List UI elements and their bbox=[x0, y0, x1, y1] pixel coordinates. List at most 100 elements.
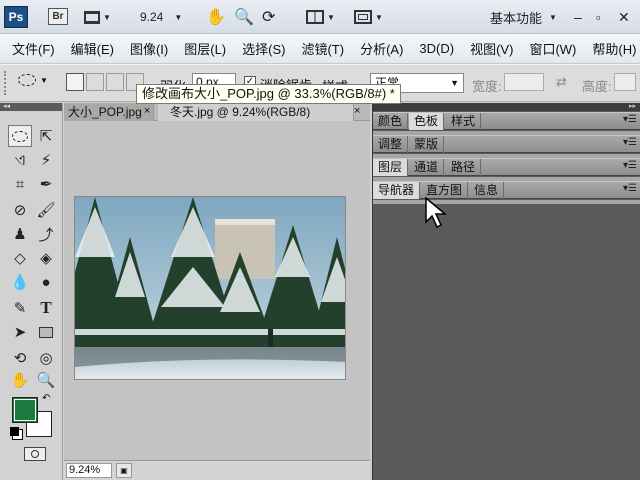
panel-menu-icon[interactable]: ▾☰ bbox=[623, 114, 637, 125]
tool-preset-picker[interactable]: ▼ bbox=[18, 74, 48, 86]
view-extras-button[interactable]: ▼ bbox=[84, 8, 111, 26]
doc-tab-inactive[interactable]: 大小_POP.jpg bbox=[64, 103, 154, 121]
menu-image[interactable]: 图像(I) bbox=[130, 39, 168, 58]
arrange-documents-button[interactable]: ▼ bbox=[306, 8, 335, 26]
crop-icon: ⌗ bbox=[15, 175, 25, 193]
width-input[interactable] bbox=[504, 73, 544, 91]
add-to-selection-icon[interactable] bbox=[86, 73, 104, 91]
chevron-down-icon: ▼ bbox=[103, 12, 111, 22]
pen-tool[interactable]: ✎ bbox=[8, 297, 32, 319]
menu-layer[interactable]: 图层(L) bbox=[184, 39, 226, 58]
lasso-tool[interactable]: ଏ bbox=[8, 149, 32, 171]
tab-channels[interactable]: 通道 bbox=[409, 159, 445, 176]
clone-stamp-tool[interactable]: ♟ bbox=[8, 223, 32, 245]
brush-tool[interactable]: 🖌 bbox=[34, 199, 58, 221]
ellipse-marquee-icon bbox=[18, 74, 36, 86]
lasso-icon: ଏ bbox=[14, 151, 26, 169]
menu-filter[interactable]: 滤镜(T) bbox=[301, 39, 344, 58]
hand-tool-icon[interactable]: ✋ bbox=[206, 8, 226, 26]
tab-layers[interactable]: 图层 bbox=[373, 159, 409, 176]
options-bar-grip[interactable] bbox=[4, 71, 8, 95]
zoom-level-dropdown[interactable]: 9.24 ▼ bbox=[140, 8, 182, 26]
tab-styles[interactable]: 样式 bbox=[446, 113, 482, 130]
hand-tool[interactable]: ✋ bbox=[8, 369, 32, 391]
panel-dock-collapse[interactable]: ▸▸ bbox=[373, 103, 640, 111]
stamp-icon: ♟ bbox=[13, 226, 27, 243]
height-label: 高度: bbox=[582, 79, 612, 94]
menu-file[interactable]: 文件(F) bbox=[12, 39, 55, 58]
subtract-from-selection-icon[interactable] bbox=[106, 73, 124, 91]
menu-view[interactable]: 视图(V) bbox=[470, 39, 513, 58]
healing-brush-tool[interactable]: ⊘ bbox=[8, 199, 32, 221]
winter-scene-image bbox=[75, 197, 345, 379]
doc-tab-active[interactable]: 冬天.jpg @ 9.24%(RGB/8) bbox=[158, 103, 354, 121]
tab-info[interactable]: 信息 bbox=[469, 182, 505, 199]
workspace-switcher[interactable]: 基本功能 ▼ bbox=[490, 8, 557, 26]
menu-bar: 文件(F) 编辑(E) 图像(I) 图层(L) 选择(S) 滤镜(T) 分析(A… bbox=[0, 34, 640, 64]
minimize-button[interactable]: – bbox=[574, 8, 582, 26]
close-icon[interactable]: ✕ bbox=[618, 8, 630, 26]
eyedropper-tool[interactable]: ✒ bbox=[34, 173, 58, 195]
menu-help[interactable]: 帮助(H) bbox=[592, 39, 636, 58]
panel-menu-icon[interactable]: ▾☰ bbox=[623, 160, 637, 171]
doc-tab-title: 冬天.jpg @ 9.24%(RGB/8) bbox=[170, 105, 311, 119]
arrow-icon: ➤ bbox=[13, 324, 27, 341]
close-icon[interactable]: × bbox=[354, 105, 360, 117]
close-icon[interactable]: × bbox=[144, 105, 150, 117]
panel-menu-icon[interactable]: ▾☰ bbox=[623, 183, 637, 194]
foreground-color-swatch[interactable] bbox=[12, 397, 38, 423]
path-selection-tool[interactable]: ➤ bbox=[8, 321, 32, 343]
restore-button[interactable]: ▫ bbox=[596, 8, 601, 26]
zoom-tool-icon[interactable]: 🔍 bbox=[234, 8, 254, 26]
menu-edit[interactable]: 编辑(E) bbox=[71, 39, 114, 58]
document-tab-strip: 大小_POP.jpg × 冬天.jpg @ 9.24%(RGB/8) × bbox=[64, 103, 370, 121]
new-selection-icon[interactable] bbox=[66, 73, 84, 91]
ellipse-marquee-tool[interactable] bbox=[8, 125, 32, 147]
blur-tool[interactable]: 💧 bbox=[8, 271, 32, 293]
chevron-down-icon: ▼ bbox=[174, 12, 183, 22]
dodge-icon: ● bbox=[41, 273, 51, 291]
screen-mode-button[interactable]: ▼ bbox=[354, 8, 383, 26]
hand-icon: ✋ bbox=[10, 372, 30, 389]
ellipse-marquee-icon bbox=[12, 130, 28, 142]
tab-color[interactable]: 颜色 bbox=[373, 113, 409, 130]
menu-window[interactable]: 窗口(W) bbox=[529, 39, 576, 58]
type-tool[interactable]: T bbox=[34, 297, 58, 319]
rotate-view-icon[interactable]: ⟳ bbox=[262, 8, 275, 26]
zoom-tool[interactable]: 🔍 bbox=[34, 369, 58, 391]
tab-adjustments[interactable]: 调整 bbox=[373, 136, 409, 153]
height-input[interactable] bbox=[614, 73, 636, 91]
tab-paths[interactable]: 路径 bbox=[446, 159, 482, 176]
photoshop-logo[interactable]: Ps bbox=[4, 6, 28, 28]
bridge-button[interactable]: Br bbox=[48, 8, 68, 25]
chevron-down-icon: ▼ bbox=[327, 12, 335, 22]
rectangle-tool[interactable] bbox=[34, 321, 58, 343]
magic-wand-tool[interactable]: ⚡ bbox=[34, 149, 58, 171]
zoom-percentage-field[interactable]: 9.24% bbox=[66, 463, 112, 478]
chevron-down-icon: ▼ bbox=[40, 75, 48, 85]
panel-menu-icon[interactable]: ▾☰ bbox=[623, 137, 637, 148]
tab-masks[interactable]: 蒙版 bbox=[409, 136, 445, 153]
move-tool[interactable]: ⇱ bbox=[34, 125, 58, 147]
history-brush-tool[interactable]: ⤴ bbox=[34, 223, 58, 245]
menu-3d[interactable]: 3D(D) bbox=[419, 41, 454, 56]
menu-analysis[interactable]: 分析(A) bbox=[360, 39, 403, 58]
workspace-label: 基本功能 bbox=[490, 10, 543, 26]
winter-photo[interactable] bbox=[74, 196, 346, 380]
tab-swatches[interactable]: 色板 bbox=[409, 113, 445, 130]
crop-tool[interactable]: ⌗ bbox=[8, 173, 32, 195]
swap-dimensions-icon[interactable]: ⇄ bbox=[556, 74, 567, 90]
dodge-tool[interactable]: ● bbox=[34, 271, 58, 293]
3d-orbit-tool[interactable]: ◎ bbox=[34, 347, 58, 369]
menu-select[interactable]: 选择(S) bbox=[242, 39, 285, 58]
document-info-button[interactable]: ▣ bbox=[116, 463, 132, 478]
type-icon: T bbox=[40, 298, 52, 317]
tab-navigator[interactable]: 导航器 bbox=[373, 182, 421, 199]
swap-colors-icon[interactable]: ↶ bbox=[42, 393, 50, 404]
quick-mask-button[interactable] bbox=[24, 447, 46, 461]
paint-bucket-tool[interactable]: ◈ bbox=[34, 247, 58, 269]
3d-rotate-tool[interactable]: ⟲ bbox=[8, 347, 32, 369]
tools-panel-collapse[interactable]: ◂◂ bbox=[0, 103, 62, 111]
eraser-tool[interactable]: ◇ bbox=[8, 247, 32, 269]
default-colors-icon[interactable] bbox=[10, 427, 19, 436]
